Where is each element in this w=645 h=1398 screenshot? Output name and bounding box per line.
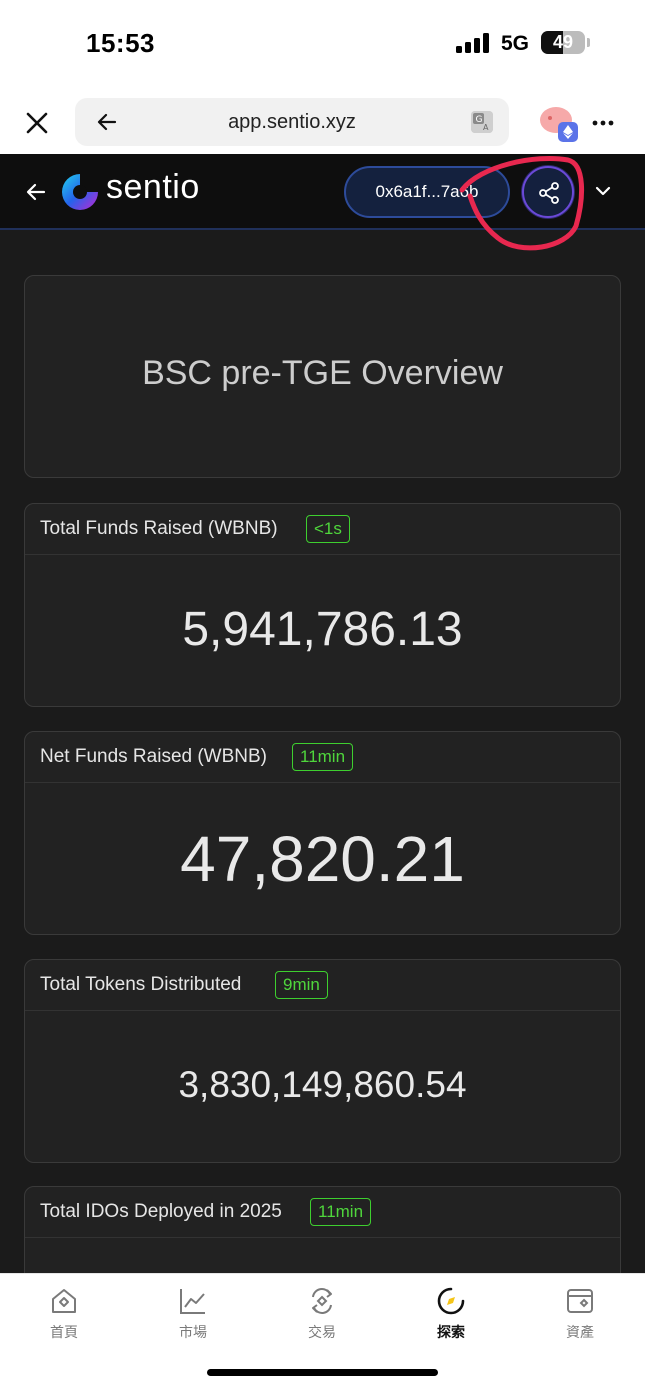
share-icon — [539, 182, 559, 204]
share-button[interactable] — [522, 166, 574, 218]
home-indicator[interactable] — [207, 1369, 438, 1376]
metric-card-idos-deployed: Total IDOs Deployed in 2025 11min — [24, 1186, 621, 1273]
wallet-address-button[interactable]: 0x6a1f...7a6b — [344, 166, 510, 218]
battery-percent: 49 — [552, 32, 574, 52]
freshness-badge: <1s — [306, 515, 350, 543]
card-label: Total IDOs Deployed in 2025 — [40, 1201, 282, 1222]
nav-assets[interactable]: 資產 — [540, 1286, 620, 1342]
freshness-badge: 11min — [310, 1198, 372, 1226]
sentio-logo-icon — [62, 174, 99, 210]
svg-text:G: G — [476, 115, 483, 125]
battery-icon: 49 — [541, 31, 585, 54]
card-value: 3,830,149,860.54 — [178, 1064, 467, 1105]
card-label: Net Funds Raised (WBNB) — [40, 746, 268, 767]
svg-text:A: A — [483, 123, 489, 132]
freshness-badge: 11min — [292, 743, 354, 771]
bottom-nav: 首頁 市場 交易 探索 資產 — [0, 1273, 645, 1398]
freshness-badge: 9min — [275, 971, 328, 999]
chevron-down-icon[interactable] — [592, 180, 614, 202]
url-bar[interactable]: app.sentio.xyz G A — [75, 98, 509, 146]
metric-card-tokens-distributed: Total Tokens Distributed 9min 3,830,149,… — [24, 959, 621, 1163]
browser-bar: app.sentio.xyz G A — [0, 90, 645, 154]
nav-label: 首頁 — [50, 1324, 78, 1340]
nav-label: 探索 — [437, 1324, 465, 1340]
swap-icon — [312, 1288, 332, 1314]
card-header: Net Funds Raised (WBNB) 11min — [25, 732, 620, 783]
home-icon — [52, 1289, 76, 1313]
card-header: Total IDOs Deployed in 2025 11min — [25, 1187, 620, 1238]
dashboard-title: BSC pre-TGE Overview — [142, 354, 503, 392]
nav-market[interactable]: 市場 — [153, 1286, 233, 1342]
card-label: Total Tokens Distributed — [40, 974, 242, 995]
metric-card-net-funds: Net Funds Raised (WBNB) 11min 47,820.21 — [24, 731, 621, 935]
chart-icon — [180, 1289, 205, 1314]
wallet-icon — [567, 1289, 593, 1313]
url-text: app.sentio.xyz — [228, 111, 356, 133]
dashboard-title-card: BSC pre-TGE Overview — [24, 275, 621, 478]
card-label: Total Funds Raised (WBNB) — [40, 518, 278, 539]
nav-explore[interactable]: 探索 — [411, 1286, 491, 1342]
translate-icon[interactable]: G A — [471, 111, 493, 133]
card-header: Total Funds Raised (WBNB) <1s — [25, 504, 620, 555]
status-bar: 15:53 5G 49 — [0, 0, 645, 90]
nav-label: 資產 — [566, 1324, 594, 1340]
nav-label: 市場 — [179, 1324, 207, 1340]
status-time: 15:53 — [86, 28, 155, 58]
more-options-icon[interactable] — [590, 110, 616, 136]
back-arrow-icon[interactable] — [24, 180, 48, 204]
card-value: 5,941,786.13 — [182, 603, 463, 656]
card-value: 47,820.21 — [180, 823, 465, 895]
signal-icon — [456, 33, 492, 53]
battery-tip — [587, 38, 590, 47]
wallet-extension-icon[interactable] — [536, 100, 580, 144]
brand-name: sentio — [106, 168, 200, 206]
nav-trade[interactable]: 交易 — [282, 1286, 362, 1342]
card-header: Total Tokens Distributed 9min — [25, 960, 620, 1011]
close-icon[interactable] — [24, 110, 50, 136]
app-header: sentio 0x6a1f...7a6b — [0, 154, 645, 230]
nav-label: 交易 — [308, 1324, 336, 1340]
nav-home[interactable]: 首頁 — [24, 1286, 104, 1342]
network-type: 5G — [501, 32, 530, 55]
metric-card-total-funds: Total Funds Raised (WBNB) <1s 5,941,786.… — [24, 503, 621, 707]
dashboard-content[interactable]: BSC pre-TGE Overview Total Funds Raised … — [0, 230, 645, 1273]
compass-icon — [437, 1287, 465, 1315]
